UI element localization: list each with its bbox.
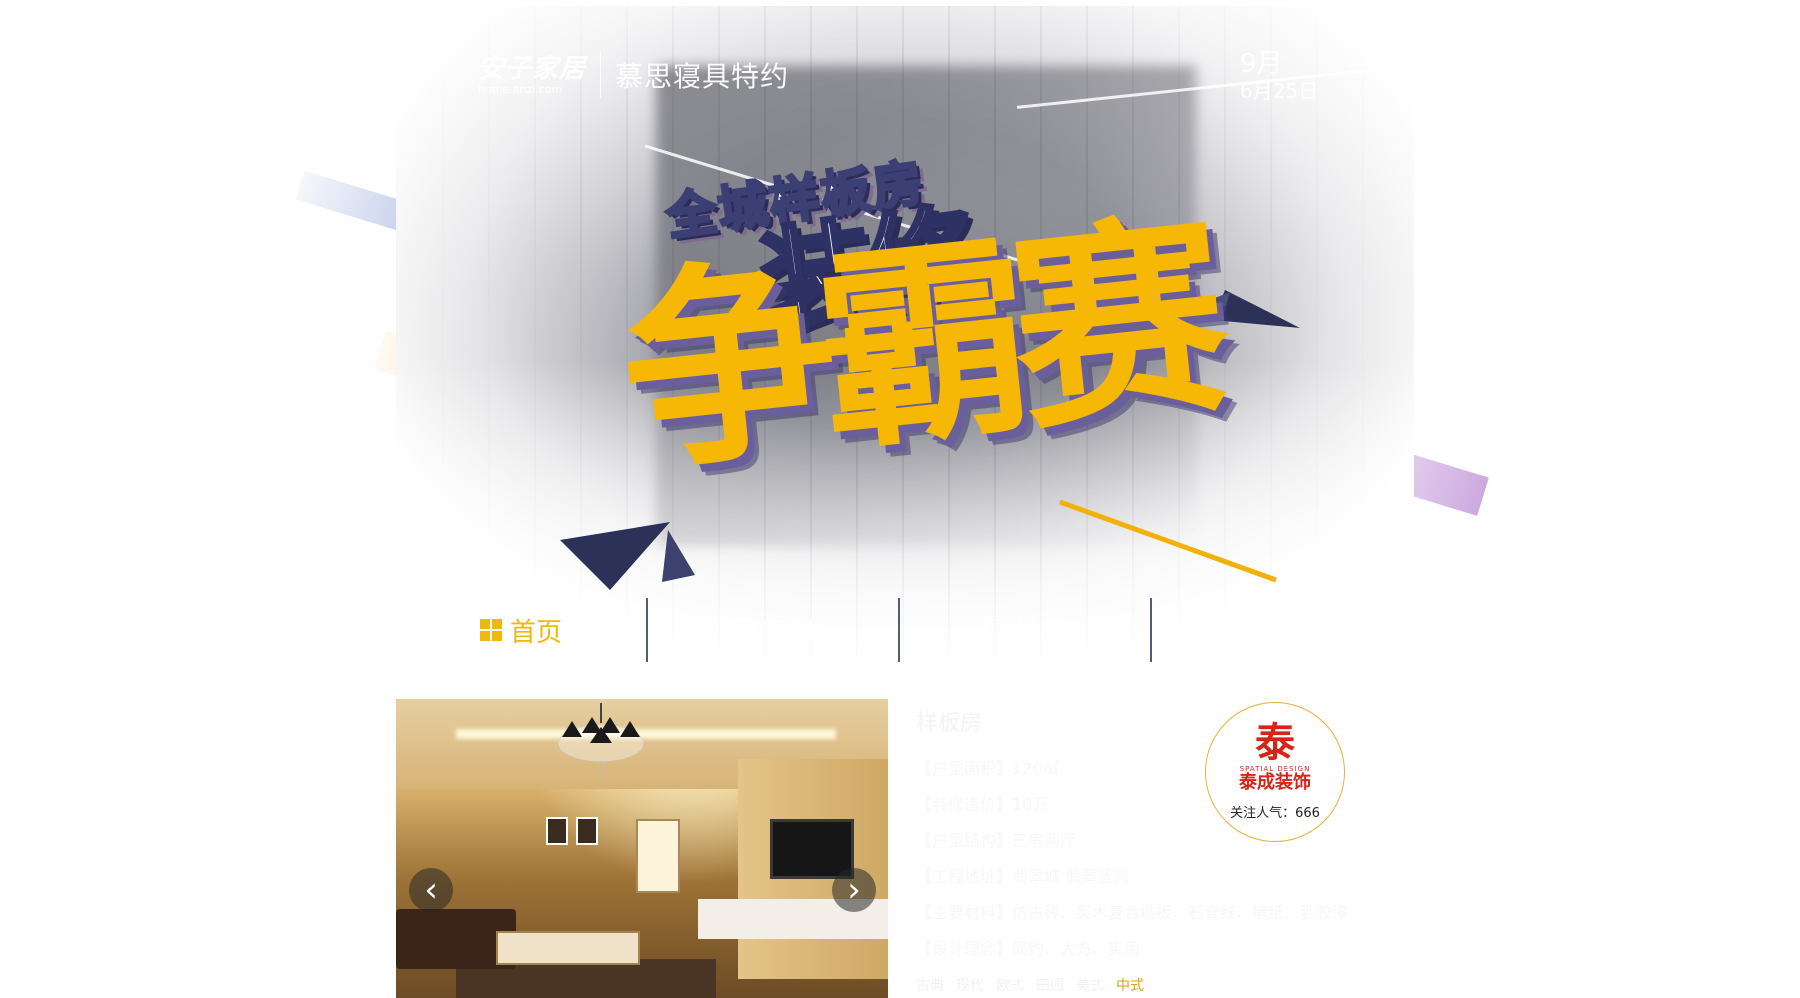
case-image-carousel[interactable] [396,699,888,998]
room-picture-frame [546,817,568,845]
brand-name: 安子家居 [478,53,587,84]
hero-title-main: 争霸赛 [610,190,1222,503]
brand-logo[interactable]: 安子家居 home.anzi.com [478,56,586,95]
style-tags: 古典 现代 欧式 田园 美式 中式 [916,975,1144,995]
room-coffee-table [496,931,640,965]
style-tag[interactable]: 欧式 [996,975,1024,995]
brand-divider [600,52,602,98]
main-nav: 首页 案例 投票 [396,598,1414,662]
nav-item-cases[interactable]: 案例 [648,598,900,662]
chevron-right-icon: › [847,870,861,910]
brand-domain: home.anzi.com [478,82,563,96]
brand-sponsor: 慕思寝具特约 [615,60,790,93]
style-tag[interactable]: 美式 [1076,975,1104,995]
company-name: 泰成装饰 [1239,771,1311,793]
case-detail-line: 【主要材料】仿古砖、实木复合地板、石膏线、墙纸、乳胶漆 [916,903,1349,922]
nav-item-more[interactable] [1152,598,1404,662]
nav-item-home[interactable]: 首页 [396,598,648,662]
style-tag[interactable]: 现代 [956,975,984,995]
company-followers: 关注人气：666 [1230,806,1320,822]
carousel-prev-button[interactable]: ‹ [409,868,453,912]
style-tag[interactable]: 古典 [916,975,944,995]
case-detail-line: 【设计理念】简约、大方、实用 [916,939,1141,958]
hero-date: 9月 6月25日 [1240,49,1319,103]
company-logo-mark: 泰 [1255,718,1295,766]
carousel-next-button[interactable]: › [832,868,876,912]
style-tag-active[interactable]: 中式 [1116,975,1144,995]
nav-item-label: 案例 [761,617,814,648]
company-badge[interactable]: 泰 SPATIAL DESIGN 泰成装饰 关注人气：666 [1205,702,1345,842]
nav-item-label: 投票 [1013,617,1066,648]
room-window [636,819,680,893]
nav-item-vote[interactable]: 投票 [900,598,1152,662]
nav-item-label: 首页 [509,617,562,648]
chevron-left-icon: ‹ [424,870,438,910]
hero-date-sub: 6月25日 [1240,78,1319,103]
case-detail-line: 【工程地址】翡翠城·翡翠蓝湾 [916,867,1130,886]
chandelier-icon [558,703,644,781]
room-tv [770,819,854,879]
document-icon [983,619,1006,641]
brand-header: 安子家居 home.anzi.com 慕思寝具特约 [478,52,789,98]
room-picture-frame [576,817,598,845]
grid-icon [479,619,502,641]
page: 安子家居 home.anzi.com 慕思寝具特约 9月 6月25日 全城样板房… [0,0,1800,998]
chat-icon [731,619,754,641]
style-tag[interactable]: 田园 [1036,975,1064,995]
hero-date-main: 9月 [1240,49,1283,79]
